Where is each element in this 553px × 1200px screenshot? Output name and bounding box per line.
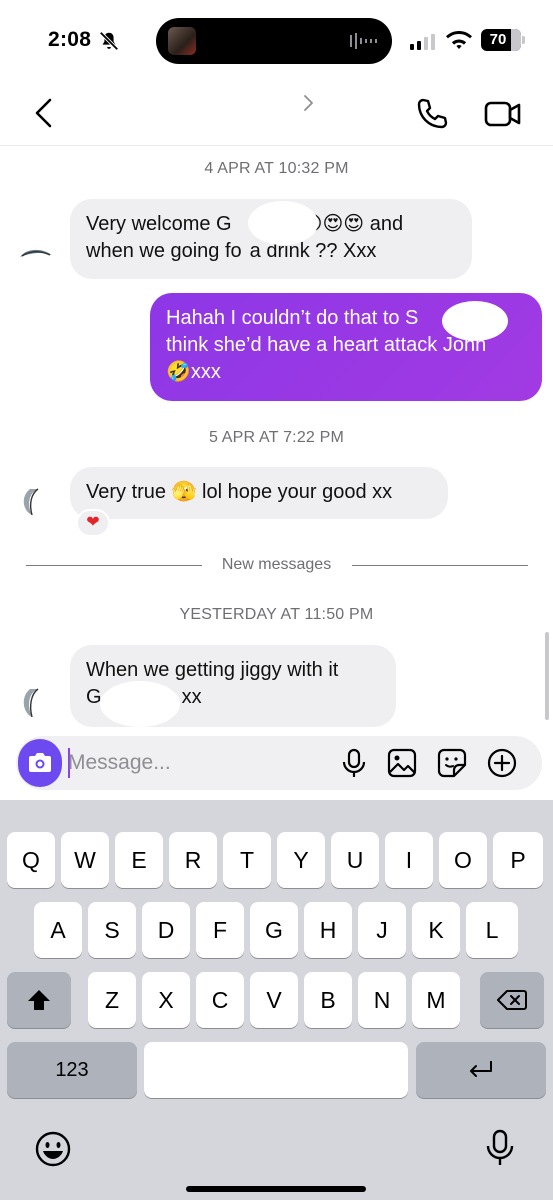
home-indicator[interactable]	[186, 1186, 366, 1192]
key-n[interactable]: N	[358, 972, 406, 1028]
battery-indicator: 70	[481, 29, 521, 51]
key-p[interactable]: P	[493, 832, 543, 888]
key-z[interactable]: Z	[88, 972, 136, 1028]
audio-waveform-icon	[350, 33, 377, 49]
shift-arrow-icon	[28, 990, 50, 1010]
scrollbar-thumb[interactable]	[545, 632, 549, 720]
dictation-microphone-icon[interactable]	[484, 1128, 516, 1168]
message-text: xx	[181, 686, 202, 708]
battery-level: 70	[489, 31, 507, 48]
heart-reaction[interactable]: ❤	[76, 509, 110, 537]
video-call-icon[interactable]	[484, 98, 522, 130]
key-a[interactable]: A	[34, 902, 82, 958]
delete-backspace-icon	[497, 990, 527, 1010]
message-input[interactable]	[68, 749, 318, 777]
crescent-moon-icon	[23, 688, 39, 718]
redaction-blob	[442, 301, 508, 341]
key-j[interactable]: J	[358, 902, 406, 958]
return-arrow-icon	[470, 1061, 492, 1077]
onscreen-keyboard: Q W E R T Y U I O P A S D F G H J K L Z …	[0, 800, 553, 1200]
message-thread[interactable]: 4 APR AT 10:32 PM Very welcome G 😍😍😍 and …	[0, 147, 553, 732]
status-bar: 2:08 70	[0, 0, 553, 80]
space-bar[interactable]	[144, 1042, 408, 1098]
contact-avatar[interactable]	[18, 485, 54, 521]
key-h[interactable]: H	[304, 902, 352, 958]
key-q[interactable]: Q	[7, 832, 55, 888]
key-e[interactable]: E	[115, 832, 163, 888]
key-l[interactable]: L	[466, 902, 518, 958]
numbers-key[interactable]: 123	[7, 1042, 137, 1098]
key-u[interactable]: U	[331, 832, 379, 888]
message-text: when we going fo	[86, 240, 242, 262]
message-timestamp: 4 APR AT 10:32 PM	[204, 160, 349, 177]
back-chevron-icon[interactable]	[28, 96, 62, 130]
key-k[interactable]: K	[412, 902, 460, 958]
message-timestamp: YESTERDAY AT 11:50 PM	[179, 606, 374, 623]
microphone-icon[interactable]	[338, 747, 370, 779]
backspace-key[interactable]	[480, 972, 544, 1028]
key-i[interactable]: I	[385, 832, 433, 888]
key-v[interactable]: V	[250, 972, 298, 1028]
redaction-blob	[248, 201, 318, 245]
shift-key[interactable]	[7, 972, 71, 1028]
contact-avatar[interactable]	[18, 235, 54, 271]
incoming-message-bubble[interactable]: When we getting jiggy with it Gxx	[70, 645, 396, 727]
outgoing-message-bubble[interactable]: Hahah I couldn’t do that to SI think she…	[150, 293, 542, 401]
key-t[interactable]: T	[223, 832, 271, 888]
message-text: 🤣xxx	[166, 361, 221, 383]
message-text: Very welcome G	[86, 213, 232, 235]
message-text: When we getting jiggy with it	[86, 659, 339, 681]
now-playing-artwork	[168, 27, 196, 55]
crescent-moon-icon	[23, 488, 39, 516]
key-o[interactable]: O	[439, 832, 487, 888]
key-d[interactable]: D	[142, 902, 190, 958]
camera-icon	[29, 753, 51, 772]
cellular-signal-icon	[410, 34, 435, 50]
key-f[interactable]: F	[196, 902, 244, 958]
bell-slash-icon	[99, 31, 119, 51]
gallery-icon[interactable]	[386, 747, 418, 779]
phone-call-icon[interactable]	[414, 96, 450, 132]
key-g[interactable]: G	[250, 902, 298, 958]
contact-avatar[interactable]	[18, 687, 54, 723]
key-b[interactable]: B	[304, 972, 352, 1028]
incoming-message-bubble[interactable]: Very welcome G 😍😍😍 and when we going fo a …	[70, 199, 472, 279]
message-text: Very true 🫣 lol hope your good xx	[86, 481, 393, 503]
add-plus-icon[interactable]	[486, 747, 518, 779]
key-r[interactable]: R	[169, 832, 217, 888]
camera-button[interactable]	[18, 739, 62, 787]
key-c[interactable]: C	[196, 972, 244, 1028]
emoji-icon[interactable]	[34, 1130, 72, 1168]
dynamic-island[interactable]	[156, 18, 392, 64]
key-y[interactable]: Y	[277, 832, 325, 888]
incoming-message-bubble[interactable]: Very true 🫣 lol hope your good xx	[70, 467, 448, 519]
redaction-blob	[100, 681, 180, 727]
status-time: 2:08	[48, 28, 92, 51]
crescent-moon-icon	[20, 249, 52, 257]
key-s[interactable]: S	[88, 902, 136, 958]
key-w[interactable]: W	[61, 832, 109, 888]
chat-header	[0, 80, 553, 146]
chevron-right-icon[interactable]	[302, 94, 316, 112]
message-composer	[16, 736, 542, 790]
sticker-icon[interactable]	[436, 747, 468, 779]
message-timestamp: 5 APR AT 7:22 PM	[208, 429, 345, 446]
divider-line	[352, 565, 528, 566]
return-key[interactable]	[416, 1042, 546, 1098]
wifi-icon	[446, 31, 472, 49]
key-m[interactable]: M	[412, 972, 460, 1028]
message-text: Hahah I couldn’t do that to S	[166, 307, 419, 329]
key-x[interactable]: X	[142, 972, 190, 1028]
